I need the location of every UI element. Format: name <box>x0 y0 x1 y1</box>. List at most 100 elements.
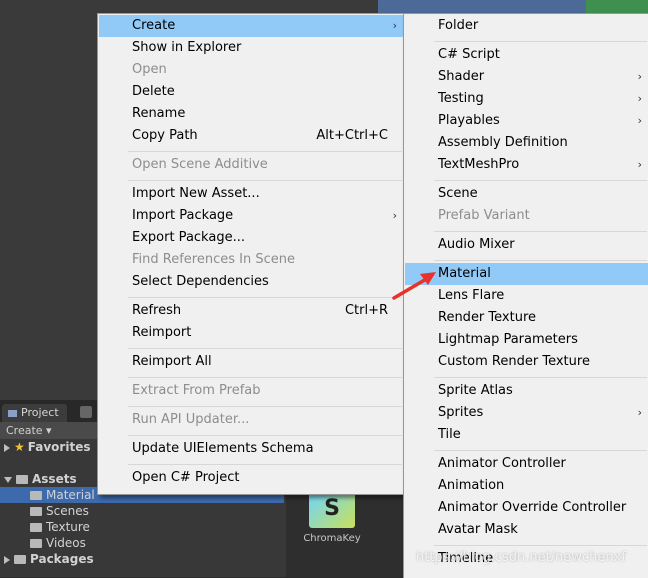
submenu-item-textmeshpro[interactable]: TextMeshPro › <box>405 154 648 176</box>
menu-item-label: Scene <box>438 186 478 201</box>
collapse-arrow-icon[interactable] <box>4 476 12 483</box>
menu-item-label: Sprites <box>438 405 484 420</box>
folder-icon <box>30 491 42 500</box>
submenu-item-lightmap-parameters[interactable]: Lightmap Parameters <box>405 329 648 351</box>
menu-item-label: TextMeshPro <box>438 157 520 172</box>
menu-separator <box>128 297 402 298</box>
menu-item-label: Render Texture <box>438 310 537 325</box>
menu-item-rename[interactable]: Rename <box>99 103 403 125</box>
menu-item-open-scene-additive: Open Scene Additive <box>99 154 403 176</box>
submenu-item-testing[interactable]: Testing › <box>405 88 648 110</box>
tab-project[interactable]: Project <box>2 404 67 422</box>
menu-item-find-references: Find References In Scene <box>99 249 403 271</box>
submenu-item-avatar-mask[interactable]: Avatar Mask <box>405 519 648 541</box>
menu-item-label: Rename <box>132 106 186 121</box>
submenu-arrow-icon: › <box>392 209 397 222</box>
tree-item-label: Favorites <box>27 440 91 454</box>
tree-item-label: Material <box>46 488 95 502</box>
console-tab-icon[interactable] <box>80 406 92 418</box>
tree-item-packages[interactable]: Packages <box>0 551 94 567</box>
submenu-arrow-icon: › <box>637 158 642 171</box>
submenu-arrow-icon: › <box>637 92 642 105</box>
menu-item-label: Select Dependencies <box>132 274 269 289</box>
expand-arrow-icon[interactable] <box>4 443 10 452</box>
menu-item-label: Import Package <box>132 208 234 223</box>
submenu-item-custom-render-texture[interactable]: Custom Render Texture <box>405 351 648 373</box>
menu-separator <box>434 180 647 181</box>
menu-item-label: Sprite Atlas <box>438 383 513 398</box>
menu-item-reimport[interactable]: Reimport <box>99 322 403 344</box>
menu-item-run-api-updater: Run API Updater... <box>99 409 403 431</box>
menu-item-label: Prefab Variant <box>438 208 530 223</box>
submenu-item-audio-mixer[interactable]: Audio Mixer <box>405 234 648 256</box>
menu-item-reimport-all[interactable]: Reimport All <box>99 351 403 373</box>
menu-item-label: Reimport All <box>132 354 212 369</box>
menu-item-extract-from-prefab: Extract From Prefab <box>99 380 403 402</box>
tree-item-label: Scenes <box>46 504 89 518</box>
watermark-text: https://blog.csdn.net/newchenxf <box>416 550 626 565</box>
menu-item-delete[interactable]: Delete <box>99 81 403 103</box>
menu-item-label: Playables <box>438 113 500 128</box>
expand-arrow-icon[interactable] <box>4 555 10 564</box>
submenu-item-lens-flare[interactable]: Lens Flare <box>405 285 648 307</box>
menu-separator <box>434 450 647 451</box>
menu-item-label: Folder <box>438 18 479 33</box>
menu-item-label: C# Script <box>438 47 500 62</box>
menu-item-create[interactable]: Create › <box>99 15 403 37</box>
menu-item-update-uielements-schema[interactable]: Update UIElements Schema <box>99 438 403 460</box>
tree-item-videos[interactable]: Videos <box>0 535 86 551</box>
tree-item-scenes[interactable]: Scenes <box>0 503 89 519</box>
menu-item-open-csharp-project[interactable]: Open C# Project <box>99 467 403 489</box>
menu-item-label: Reimport <box>132 325 192 340</box>
menu-item-label: Audio Mixer <box>438 237 515 252</box>
menu-item-label: Export Package... <box>132 230 245 245</box>
menu-item-import-new-asset[interactable]: Import New Asset... <box>99 183 403 205</box>
submenu-arrow-icon: › <box>637 114 642 127</box>
menu-item-import-package[interactable]: Import Package › <box>99 205 403 227</box>
menu-item-label: Extract From Prefab <box>132 383 261 398</box>
submenu-item-tile[interactable]: Tile <box>405 424 648 446</box>
menu-item-label: Assembly Definition <box>438 135 568 150</box>
submenu-item-folder[interactable]: Folder <box>405 15 648 37</box>
shader-asset-thumbnail[interactable]: S <box>309 490 355 528</box>
tree-item-texture[interactable]: Texture <box>0 519 90 535</box>
tab-project-label: Project <box>21 406 59 419</box>
asset-label: ChromaKey <box>303 533 361 544</box>
menu-item-label: Shader <box>438 69 485 84</box>
menu-item-label: Lens Flare <box>438 288 505 303</box>
menu-item-open: Open <box>99 59 403 81</box>
create-dropdown-button[interactable]: Create ▾ <box>6 423 52 438</box>
menu-item-show-in-explorer[interactable]: Show in Explorer <box>99 37 403 59</box>
folder-icon <box>14 555 26 564</box>
menu-item-label: Testing <box>438 91 484 106</box>
menu-item-export-package[interactable]: Export Package... <box>99 227 403 249</box>
menu-item-select-dependencies[interactable]: Select Dependencies <box>99 271 403 293</box>
tree-item-assets[interactable]: Assets <box>0 471 77 487</box>
folder-icon <box>16 475 28 484</box>
star-icon: ★ <box>14 440 25 454</box>
menu-separator <box>128 151 402 152</box>
menu-item-label: Lightmap Parameters <box>438 332 578 347</box>
submenu-item-animator-controller[interactable]: Animator Controller <box>405 453 648 475</box>
submenu-item-render-texture[interactable]: Render Texture <box>405 307 648 329</box>
menu-item-refresh[interactable]: Refresh Ctrl+R <box>99 300 403 322</box>
menu-separator <box>434 377 647 378</box>
submenu-arrow-icon: › <box>637 70 642 83</box>
tree-item-favorites[interactable]: ★ Favorites <box>0 439 90 455</box>
submenu-item-animator-override-controller[interactable]: Animator Override Controller <box>405 497 648 519</box>
menu-separator <box>128 435 402 436</box>
menu-item-label: Open <box>132 62 167 77</box>
submenu-item-sprites[interactable]: Sprites › <box>405 402 648 424</box>
menu-item-label: Avatar Mask <box>438 522 518 537</box>
submenu-item-shader[interactable]: Shader › <box>405 66 648 88</box>
submenu-item-csharp-script[interactable]: C# Script <box>405 44 648 66</box>
submenu-item-scene[interactable]: Scene <box>405 183 648 205</box>
menu-item-label: Open Scene Additive <box>132 157 268 172</box>
submenu-item-sprite-atlas[interactable]: Sprite Atlas <box>405 380 648 402</box>
tree-item-label: Packages <box>30 552 94 566</box>
submenu-item-playables[interactable]: Playables › <box>405 110 648 132</box>
submenu-item-animation[interactable]: Animation <box>405 475 648 497</box>
submenu-item-assembly-definition[interactable]: Assembly Definition <box>405 132 648 154</box>
menu-item-copy-path[interactable]: Copy Path Alt+Ctrl+C <box>99 125 403 147</box>
submenu-item-material[interactable]: Material <box>405 263 648 285</box>
